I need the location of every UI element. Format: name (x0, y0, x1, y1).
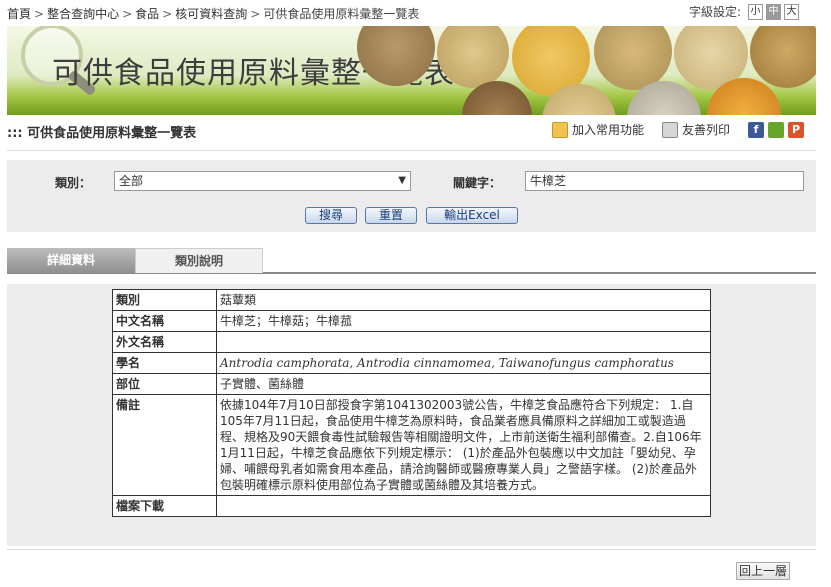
category-select-value: 全部 (119, 174, 144, 188)
page-title-text: 可供食品使用原料彙整一覽表 (27, 126, 197, 141)
grains-image (352, 26, 816, 115)
top-bar: 首頁 > 整合查詢中心 > 食品 > 核可資料查詢 > 可供食品使用原料彙整一覽表 字級設定: … (0, 0, 831, 24)
file-download (216, 495, 711, 517)
row-value (216, 331, 711, 353)
back-button[interactable]: 回上一層 (736, 562, 790, 580)
breadcrumb-separator: > (122, 7, 133, 21)
table-row: 外文名稱 (112, 331, 711, 353)
row-value: 菇蕈類 (216, 289, 711, 311)
page-banner: 可供食品使用原料彙整一覽表 (7, 26, 816, 115)
keyword-input[interactable]: 牛樟芝 (525, 171, 804, 191)
tab-detail[interactable]: 詳細資料 (7, 248, 135, 273)
breadcrumb-separator: > (162, 7, 173, 21)
font-size-small-button[interactable]: 小 (748, 3, 763, 20)
category-select[interactable]: 全部 ▼ (114, 171, 411, 191)
row-key: 類別 (112, 289, 217, 311)
plurk-icon[interactable] (768, 121, 784, 138)
row-value: 子實體、菌絲體 (216, 373, 711, 395)
friendly-print-link[interactable]: 友善列印 (682, 121, 730, 138)
reset-button[interactable]: 重置 (365, 207, 417, 224)
row-value: 牛樟芝；牛樟菇；牛樟菰 (216, 310, 711, 332)
row-key: 學名 (112, 352, 217, 374)
breadcrumb-home[interactable]: 首頁 (7, 7, 31, 21)
breadcrumb-center[interactable]: 整合查詢中心 (47, 7, 119, 21)
category-label: 類別： (55, 176, 92, 190)
row-key: 部位 (112, 373, 217, 395)
breadcrumb-food[interactable]: 食品 (135, 7, 159, 21)
table-row: 部位 子實體、菌絲體 (112, 373, 711, 395)
divider (7, 150, 816, 151)
search-button[interactable]: 搜尋 (305, 207, 357, 224)
breadcrumb-data[interactable]: 核可資料查詢 (175, 7, 247, 21)
export-excel-button[interactable]: 輸出Excel (426, 207, 518, 224)
share-p-icon[interactable]: P (788, 121, 804, 138)
table-row: 檔案下載 (112, 495, 711, 517)
facebook-icon[interactable]: f (748, 121, 764, 138)
breadcrumb-current: 可供食品使用原料彙整一覽表 (263, 7, 420, 21)
add-favorite-link[interactable]: 加入常用功能 (572, 121, 644, 138)
scientific-name: Antrodia camphorata, Antrodia cinnamomea… (216, 352, 711, 374)
table-row: 學名 Antrodia camphorata, Antrodia cinnamo… (112, 352, 711, 374)
table-row: 備註 依據104年7月10日部授食字第1041302003號公告，牛樟芝食品應符… (112, 394, 711, 496)
row-key: 中文名稱 (112, 310, 217, 332)
page-header: ::: 可供食品使用原料彙整一覽表 加入常用功能 友善列印 f P (7, 121, 816, 141)
page-tools: 加入常用功能 友善列印 f P (551, 121, 804, 138)
table-row: 中文名稱 牛樟芝；牛樟菇；牛樟菰 (112, 310, 711, 332)
detail-panel: 類別 菇蕈類 中文名稱 牛樟芝；牛樟菇；牛樟菰 外文名稱 學名 Antrodia… (7, 284, 816, 546)
breadcrumb-separator: > (34, 7, 45, 21)
breadcrumb: 首頁 > 整合查詢中心 > 食品 > 核可資料查詢 > 可供食品使用原料彙整一覽表 (7, 5, 419, 22)
page-title-prefix: ::: (7, 126, 23, 141)
page-title: ::: 可供食品使用原料彙整一覽表 (7, 122, 196, 141)
font-size-medium-button[interactable]: 中 (766, 3, 781, 20)
divider (7, 549, 816, 550)
row-key: 檔案下載 (112, 495, 217, 517)
font-size-setting: 字級設定: 小 中 大 (689, 3, 799, 20)
detail-table: 類別 菇蕈類 中文名稱 牛樟芝；牛樟菇；牛樟菰 外文名稱 學名 Antrodia… (112, 289, 711, 517)
print-icon[interactable] (661, 121, 678, 138)
font-size-large-button[interactable]: 大 (784, 3, 799, 20)
remark-text: 依據104年7月10日部授食字第1041302003號公告，牛樟芝食品應符合下列… (216, 394, 711, 496)
favorite-icon[interactable] (551, 121, 568, 138)
breadcrumb-separator: > (250, 7, 261, 21)
tab-category-note[interactable]: 類別說明 (135, 248, 263, 273)
font-size-label: 字級設定: (688, 5, 741, 19)
chevron-down-icon: ▼ (398, 175, 406, 186)
keyword-label: 關鍵字： (453, 176, 502, 190)
search-panel: 類別： 全部 ▼ 關鍵字： 牛樟芝 搜尋 重置 輸出Excel (7, 160, 816, 232)
row-key: 外文名稱 (112, 331, 217, 353)
table-row: 類別 菇蕈類 (112, 289, 711, 311)
row-key: 備註 (112, 394, 217, 496)
tab-bar: 詳細資料 類別說明 (7, 248, 816, 274)
